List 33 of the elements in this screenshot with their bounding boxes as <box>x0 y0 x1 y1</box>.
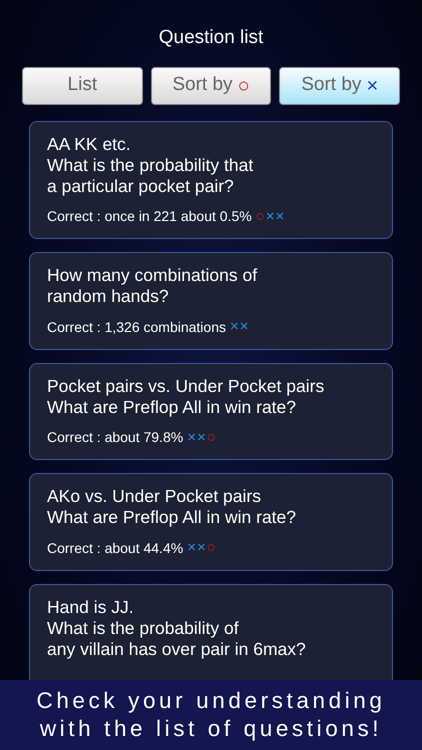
cross-icon: × <box>230 316 239 338</box>
caption-text: with the list of questions! <box>40 715 382 743</box>
question-text: AKo vs. Under Pocket pairs What are Preflop All in win rate? <box>47 486 298 528</box>
question-card[interactable]: Hand is JJ. What is the probability of any villain has over pair in 6max? <box>29 584 393 680</box>
answer-text: Correct : about 79.8% <box>47 428 184 448</box>
question-text: Pocket pairs vs. Under Pocket pairs What are Preflop All in win rate? <box>47 376 326 418</box>
question-card[interactable]: AA KK etc. What is the probability that a particular pocket pair? Correct : once in 221 about 0.5% ○×× <box>29 120 393 239</box>
cross-icon: × <box>240 316 249 338</box>
circle-icon: ○ <box>206 426 216 449</box>
answer-text: Correct : once in 221 about 0.5% <box>47 207 252 226</box>
question-card[interactable]: Pocket pairs vs. Under Pocket pairs What are Preflop All in win rate? Correct : about 79.8% ××○ <box>29 362 393 460</box>
question-text: AA KK etc. What is the probability that a particular pocket pair? <box>47 134 254 196</box>
circle-icon: ○ <box>256 206 265 228</box>
answer-text: Correct : 1,326 combinations <box>47 318 226 337</box>
answer-text: Correct : about 44.4% <box>47 538 184 558</box>
caption-text: Check your understanding <box>36 687 386 715</box>
question-card[interactable]: AKo vs. Under Pocket pairs What are Preflop All in win rate? Correct : about 44.4% ××○ <box>29 473 393 570</box>
question-text: How many combinations of random hands? <box>47 265 258 307</box>
cross-icon: × <box>196 537 206 560</box>
cross-icon: × <box>196 426 206 449</box>
circle-icon: ○ <box>238 70 250 100</box>
cross-icon: × <box>366 70 378 100</box>
tab[interactable]: Sort by ○ <box>150 66 272 104</box>
cross-icon: × <box>276 206 284 228</box>
question-card[interactable]: How many combinations of random hands? Correct : 1,326 combinations ×× <box>29 252 393 350</box>
circle-icon: ○ <box>206 537 216 560</box>
screen-title: Question list <box>158 26 264 50</box>
tab[interactable]: List <box>22 66 143 104</box>
tab[interactable]: Sort by × <box>279 66 400 104</box>
cross-icon: × <box>266 206 275 228</box>
cross-icon: × <box>187 537 196 560</box>
question-text: Hand is JJ. What is the probability of any villain has over pair in 6max? <box>47 596 307 660</box>
cross-icon: × <box>187 426 196 449</box>
